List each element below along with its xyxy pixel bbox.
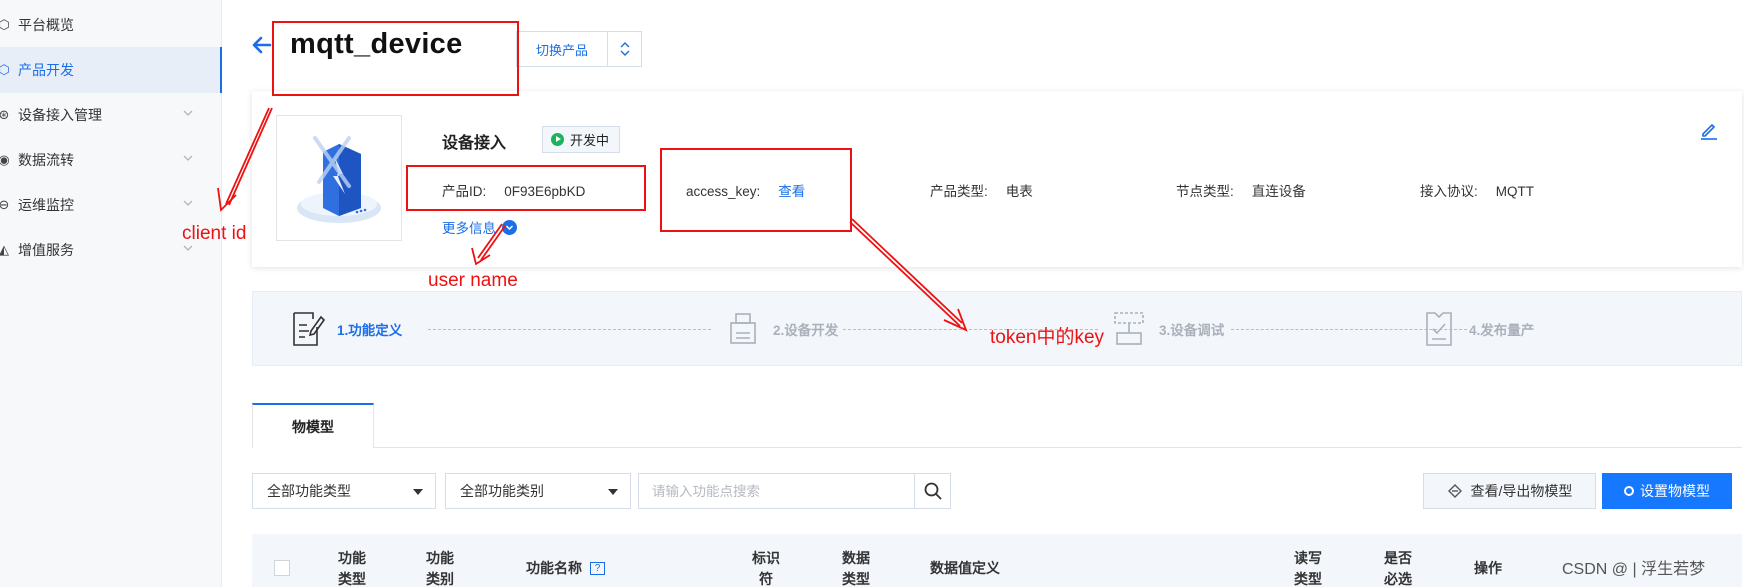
more-info-label: 更多信息 — [442, 221, 496, 236]
step-device-development[interactable]: 2.设备开发 — [725, 309, 838, 349]
node-type-label: 节点类型: — [1176, 184, 1234, 199]
select-all-checkbox[interactable] — [274, 560, 290, 576]
monitor-icon: ⊖ — [0, 197, 10, 212]
sidebar-item-data-flow[interactable]: ◉ 数据流转 — [0, 137, 222, 183]
tab-thing-model[interactable]: 物模型 — [252, 403, 374, 448]
function-category-value: 全部功能类别 — [460, 483, 544, 499]
product-type-value: 电表 — [1005, 184, 1033, 199]
caret-down-icon — [608, 489, 618, 495]
switch-product-button[interactable]: 切换产品 — [517, 32, 607, 66]
search-icon — [924, 482, 942, 500]
caret-down-icon — [413, 489, 423, 495]
overview-icon: ⬡ — [0, 17, 10, 32]
sidebar-item-label: 增值服务 — [18, 242, 74, 258]
annotation-box-title — [272, 21, 519, 96]
play-status-icon — [551, 133, 564, 146]
more-info-link[interactable]: 更多信息 — [442, 217, 517, 237]
search-box — [638, 473, 951, 509]
function-type-select[interactable]: 全部功能类型 — [252, 473, 436, 509]
search-button[interactable] — [914, 474, 950, 508]
product-type-field: 产品类型: 电表 — [930, 180, 1033, 200]
protocol-value: MQTT — [1495, 184, 1535, 199]
step-divider — [428, 329, 711, 330]
column-header-value-definition: 数据值定义 — [930, 560, 1000, 576]
export-button-label: 查看/导出物模型 — [1470, 483, 1573, 499]
step-label: 4.发布量产 — [1469, 323, 1535, 338]
card-title: 设备接入 — [442, 135, 507, 152]
switch-product-toggle[interactable] — [607, 32, 641, 66]
sidebar: ⬡ 平台概览 ⬡ 产品开发 ⊛ 设备接入管理 ◉ 数据流转 ⊖ 运维监控 ◭ 增… — [0, 0, 222, 587]
node-type-value: 直连设备 — [1251, 184, 1306, 199]
annotation-user-name: user name — [428, 270, 518, 291]
checklist-release-icon — [1426, 312, 1452, 346]
table-header: 功能 类型 功能 类别 功能名称 ? 标识符 数据 类型 数据值定义 读写 类型 是否必… — [252, 534, 1742, 587]
page-scrollbar[interactable] — [1744, 0, 1750, 587]
search-input[interactable] — [639, 474, 914, 508]
set-model-button[interactable]: 设置物模型 — [1602, 473, 1732, 509]
annotation-client-id: client id — [182, 223, 247, 244]
sidebar-item-label: 平台概览 — [18, 17, 74, 33]
tabs-divider — [252, 447, 1742, 448]
watermark: CSDN @ | 浮生若梦 — [1562, 561, 1706, 578]
step-device-debug[interactable]: 3.设备调试 — [1111, 309, 1224, 349]
column-header-required: 是否 必选 — [1384, 550, 1412, 587]
set-model-label: 设置物模型 — [1640, 483, 1710, 499]
sidebar-item-device-access[interactable]: ⊛ 设备接入管理 — [0, 92, 222, 138]
sidebar-item-label: 数据流转 — [18, 152, 74, 168]
sidebar-item-label: 运维监控 — [18, 197, 74, 213]
product-image — [276, 115, 402, 241]
node-type-field: 节点类型: 直连设备 — [1176, 180, 1306, 200]
device-access-icon: ⊛ — [0, 107, 10, 122]
protocol-label: 接入协议: — [1420, 184, 1478, 199]
function-category-select[interactable]: 全部功能类别 — [445, 473, 631, 509]
value-service-icon: ◭ — [0, 242, 9, 257]
column-header-function-type: 功能 类型 — [338, 550, 366, 587]
step-function-definition[interactable]: 1.功能定义 — [289, 309, 402, 349]
sidebar-item-overview[interactable]: ⬡ 平台概览 — [0, 2, 222, 48]
export-diamond-icon — [1447, 484, 1462, 498]
printer-device-icon — [730, 313, 756, 344]
chevron-down-icon — [183, 155, 193, 161]
column-header-actions: 操作 — [1474, 560, 1502, 576]
document-edit-icon — [293, 312, 325, 346]
protocol-field: 接入协议: MQTT — [1420, 180, 1534, 200]
edit-pencil-icon[interactable] — [1698, 119, 1720, 141]
view-export-model-button[interactable]: 查看/导出物模型 — [1423, 473, 1596, 509]
chevron-down-icon — [183, 200, 193, 206]
step-label: 2.设备开发 — [773, 323, 839, 338]
up-down-chevron-icon — [620, 42, 629, 56]
device-product-icon — [297, 136, 381, 223]
step-label: 1.功能定义 — [337, 323, 403, 338]
annotation-box-product-id — [406, 165, 646, 211]
status-badge: 开发中 — [542, 126, 621, 153]
settings-ring-icon — [1624, 486, 1634, 496]
step-label: 3.设备调试 — [1159, 323, 1225, 338]
annotation-token-key: token中的key — [990, 327, 1105, 348]
sidebar-item-label: 设备接入管理 — [18, 107, 102, 123]
annotation-box-access-key — [660, 148, 852, 232]
product-cube-icon: ⬡ — [0, 62, 10, 77]
sidebar-item-label: 产品开发 — [18, 62, 74, 78]
sidebar-item-product-dev[interactable]: ⬡ 产品开发 — [0, 47, 222, 93]
status-text: 开发中 — [570, 133, 610, 148]
data-flow-icon: ◉ — [0, 152, 10, 167]
function-type-value: 全部功能类型 — [267, 483, 351, 499]
debug-device-icon — [1114, 312, 1144, 345]
column-header-rw-type: 读写 类型 — [1294, 550, 1322, 587]
switch-product-control: 切换产品 — [516, 31, 642, 67]
column-header-function-name: 功能名称 ? — [526, 558, 605, 579]
step-release[interactable]: 4.发布量产 — [1421, 309, 1534, 349]
column-header-function-category: 功能 类别 — [426, 550, 454, 587]
expand-chevron-icon — [502, 219, 517, 235]
column-header-data-type: 数据 类型 — [842, 550, 870, 587]
sidebar-item-monitor[interactable]: ⊖ 运维监控 — [0, 182, 222, 228]
product-type-label: 产品类型: — [930, 184, 988, 199]
column-header-identifier: 标识符 — [752, 550, 780, 587]
help-question-icon[interactable]: ? — [590, 562, 605, 575]
chevron-down-icon — [183, 110, 193, 116]
